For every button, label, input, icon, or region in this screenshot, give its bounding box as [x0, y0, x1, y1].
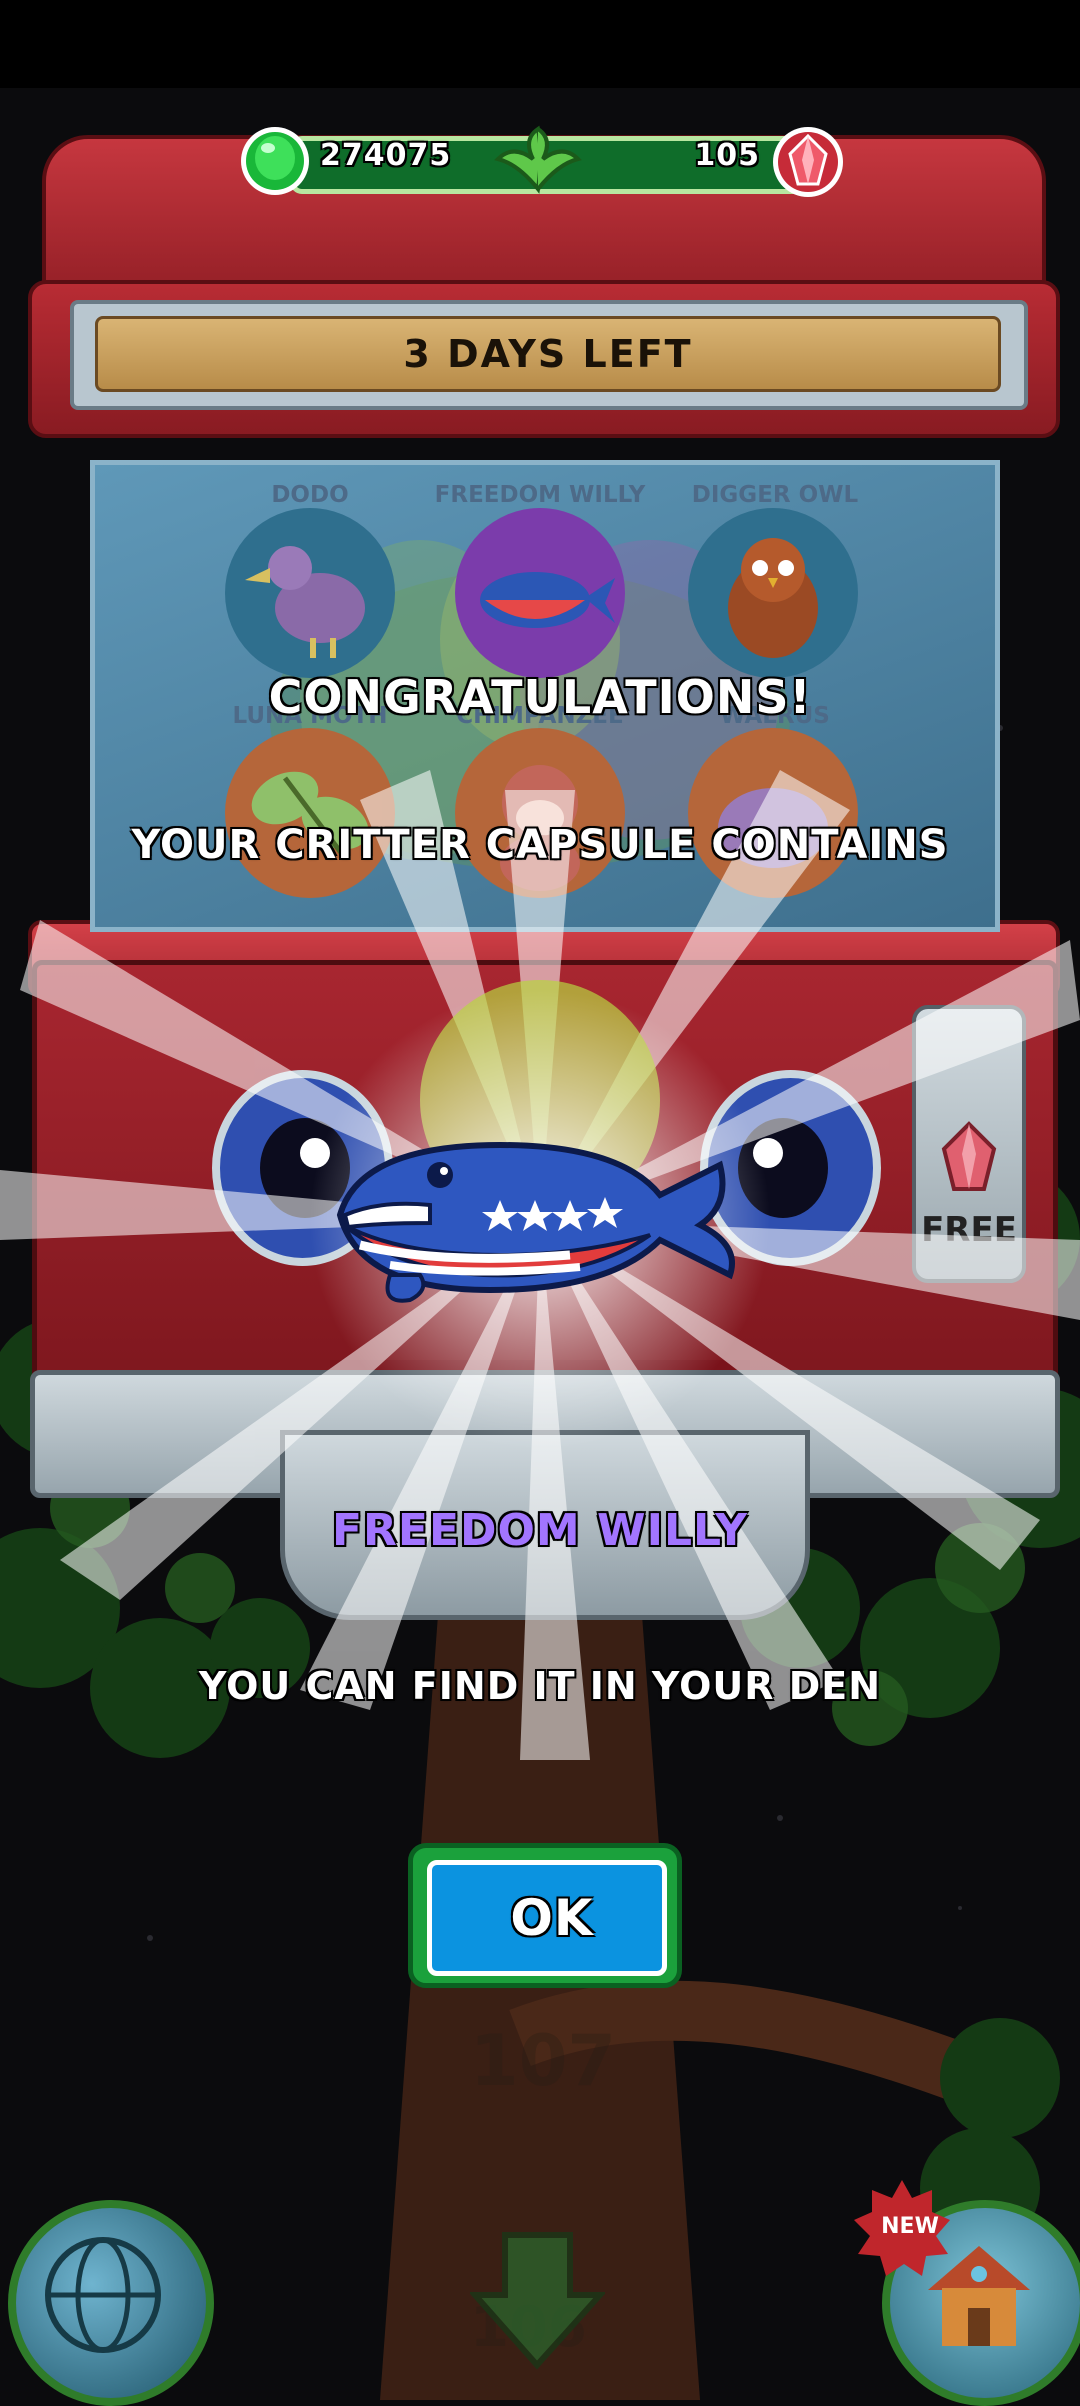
reward-name: FREEDOM WILLY	[331, 1505, 749, 1556]
status-bar	[0, 0, 1080, 88]
time-left-label: 3 DAYS LEFT	[403, 332, 693, 376]
ok-button-face[interactable]: OK	[427, 1860, 667, 1976]
scroll-down-button[interactable]	[470, 2225, 605, 2375]
new-badge-label: NEW	[881, 2214, 939, 2239]
critter-label: DODO	[271, 482, 349, 508]
world-map-button[interactable]	[8, 2200, 214, 2406]
ok-button-label: OK	[510, 1889, 594, 1947]
sprout-icon	[494, 125, 582, 194]
congrats-title: CONGRATULATIONS!	[268, 670, 812, 724]
freedom-willy-reward-icon	[336, 1141, 735, 1303]
gel-currency-icon[interactable]	[238, 124, 312, 198]
globe-icon	[45, 2237, 161, 2353]
ok-button[interactable]: OK	[408, 1843, 682, 1988]
gem-count: 105	[694, 138, 760, 173]
gel-count: 274075	[320, 138, 452, 173]
gem-currency-icon[interactable]	[770, 124, 846, 200]
reward-subtitle: YOUR CRITTER CAPSULE CONTAINS	[131, 822, 949, 868]
critter-label: FREEDOM WILLY	[434, 482, 646, 508]
critter-label: DIGGER OWL	[691, 482, 859, 508]
reward-message: YOU CAN FIND IT IN YOUR DEN	[198, 1664, 882, 1708]
tree-level-number: 107	[470, 2020, 617, 2102]
